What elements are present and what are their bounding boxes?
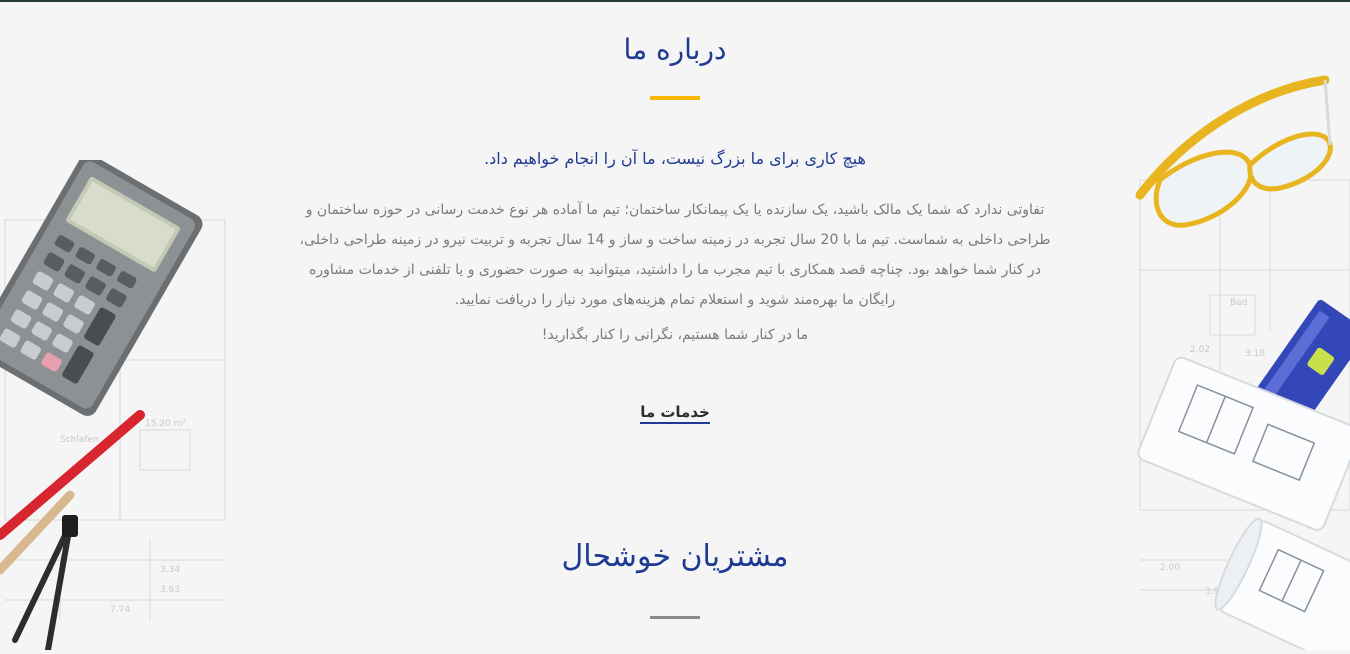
about-body-text: تفاوتی ندارد که شما یک مالک باشید، یک سا… — [299, 202, 1051, 308]
svg-text:3.63: 3.63 — [160, 585, 180, 595]
happy-clients-title-underline — [650, 616, 700, 619]
svg-text:3.18: 3.18 — [1245, 349, 1265, 359]
services-link-wrapper: خدمات ما — [290, 402, 1060, 424]
calculator-blueprint-image: Schlafen 3.34 3.63 7.74 15.20 m² — [0, 154, 230, 653]
about-section: درباره ما هیچ کاری برای ما بزرگ نیست، ما… — [290, 0, 1060, 650]
about-closing-text: ما در کنار شما هستیم، نگرانی را کنار بگذ… — [541, 327, 809, 343]
svg-text:15.20 m²: 15.20 m² — [145, 419, 186, 429]
svg-text:2.00: 2.00 — [1160, 563, 1180, 573]
svg-text:7.74: 7.74 — [110, 605, 130, 615]
svg-text:2.02: 2.02 — [1190, 345, 1210, 355]
safety-glasses-blueprint-image: Bad 2.02 3.18 2.00 3.97 7.74 — [1100, 70, 1350, 654]
our-services-link[interactable]: خدمات ما — [640, 403, 710, 424]
about-title: درباره ما — [623, 33, 727, 66]
svg-text:Bad: Bad — [1230, 298, 1247, 308]
about-title-underline — [650, 96, 700, 100]
about-tagline: هیچ کاری برای ما بزرگ نیست، ما آن را انج… — [484, 149, 866, 168]
svg-text:Schlafen: Schlafen — [60, 435, 99, 445]
happy-clients-title: مشتریان خوشحال — [561, 539, 789, 574]
svg-text:3.34: 3.34 — [160, 565, 180, 575]
